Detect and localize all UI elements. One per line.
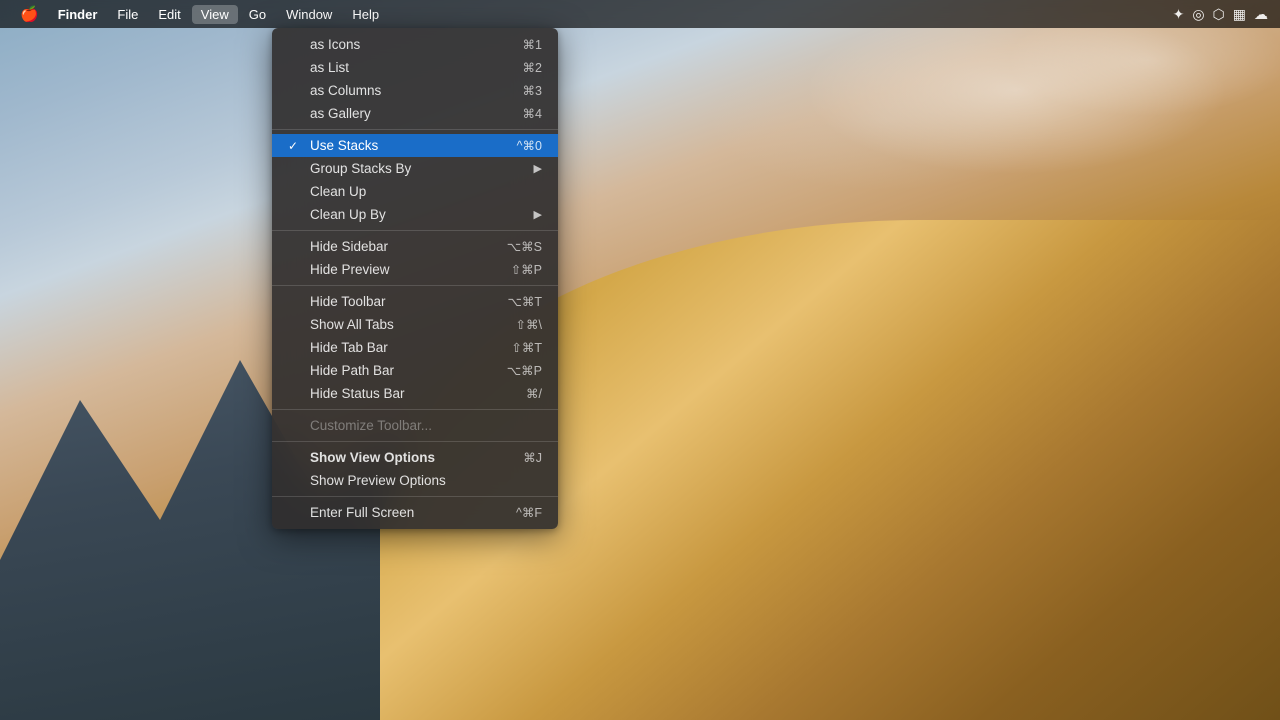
menu-label-as-list: as List: [310, 60, 349, 75]
separator-4: [272, 129, 558, 130]
menu-item-clean-up[interactable]: Clean Up: [272, 180, 558, 203]
menu-item-hide-path-bar[interactable]: Hide Path Bar ⌥⌘P: [272, 359, 558, 382]
menu-label-show-preview-options: Show Preview Options: [310, 473, 446, 488]
file-menu[interactable]: File: [108, 5, 147, 24]
view-menu[interactable]: View: [192, 5, 238, 24]
menu-label-hide-tab-bar: Hide Tab Bar: [310, 340, 388, 355]
separator-23: [272, 496, 558, 497]
edit-menu[interactable]: Edit: [149, 5, 189, 24]
menubar-right: ✦ ◎ ⬡ ▦ ☁: [1173, 6, 1268, 23]
help-menu[interactable]: Help: [343, 5, 388, 24]
menu-label-hide-preview: Hide Preview: [310, 262, 390, 277]
shortcut-hide-toolbar: ⌥⌘T: [507, 294, 542, 309]
shortcut-as-gallery: ⌘4: [523, 106, 542, 121]
menu-item-enter-full-screen[interactable]: Enter Full Screen ^⌘F: [272, 501, 558, 524]
menu-label-hide-toolbar: Hide Toolbar: [310, 294, 386, 309]
submenu-arrow-icon: ▶: [534, 208, 542, 221]
toolbar-icon-4[interactable]: ▦: [1233, 6, 1246, 23]
toolbar-icon-1[interactable]: ✦: [1173, 6, 1185, 23]
separator-18: [272, 409, 558, 410]
shortcut-as-columns: ⌘3: [523, 83, 542, 98]
menu-label-as-columns: as Columns: [310, 83, 381, 98]
shortcut-as-icons: ⌘1: [523, 37, 542, 52]
menubar-left: 🍎 Finder File Edit View Go Window Help: [12, 3, 1173, 25]
shortcut-enter-full-screen: ^⌘F: [516, 505, 542, 520]
menu-label-hide-path-bar: Hide Path Bar: [310, 363, 394, 378]
menu-label-hide-sidebar: Hide Sidebar: [310, 239, 388, 254]
menu-label-group-stacks-by: Group Stacks By: [310, 161, 411, 176]
menu-label-show-all-tabs: Show All Tabs: [310, 317, 394, 332]
shortcut-as-list: ⌘2: [523, 60, 542, 75]
toolbar-icon-2[interactable]: ◎: [1192, 6, 1204, 23]
menu-item-use-stacks[interactable]: ✓ Use Stacks ^⌘0: [272, 134, 558, 157]
shortcut-hide-path-bar: ⌥⌘P: [507, 363, 542, 378]
menu-label-use-stacks: Use Stacks: [310, 138, 378, 153]
menu-item-as-gallery[interactable]: as Gallery ⌘4: [272, 102, 558, 125]
menu-item-hide-sidebar[interactable]: Hide Sidebar ⌥⌘S: [272, 235, 558, 258]
menu-label-clean-up: Clean Up: [310, 184, 366, 199]
toolbar-icon-5[interactable]: ☁: [1254, 6, 1268, 23]
menubar: 🍎 Finder File Edit View Go Window Help ✦…: [0, 0, 1280, 28]
menu-item-as-icons[interactable]: as Icons ⌘1: [272, 33, 558, 56]
checkmark-icon: ✓: [288, 139, 302, 153]
separator-20: [272, 441, 558, 442]
menu-item-as-list[interactable]: as List ⌘2: [272, 56, 558, 79]
menu-item-show-view-options[interactable]: Show View Options ⌘J: [272, 446, 558, 469]
menu-label-as-gallery: as Gallery: [310, 106, 371, 121]
shortcut-hide-status-bar: ⌘/: [526, 386, 542, 401]
apple-menu[interactable]: 🍎: [12, 3, 47, 25]
menu-label-show-view-options: Show View Options: [310, 450, 435, 465]
go-menu[interactable]: Go: [240, 5, 275, 24]
shortcut-hide-preview: ⇧⌘P: [511, 262, 542, 277]
menu-item-hide-preview[interactable]: Hide Preview ⇧⌘P: [272, 258, 558, 281]
finder-menu[interactable]: Finder: [49, 5, 107, 24]
view-dropdown-menu: as Icons ⌘1 as List ⌘2 as Columns ⌘3 as Galler…: [272, 28, 558, 529]
menu-item-group-stacks-by[interactable]: Group Stacks By ▶: [272, 157, 558, 180]
shortcut-use-stacks: ^⌘0: [517, 138, 542, 153]
shortcut-show-view-options: ⌘J: [523, 450, 542, 465]
shortcut-hide-tab-bar: ⇧⌘T: [511, 340, 542, 355]
menu-label-customize-toolbar: Customize Toolbar...: [310, 418, 432, 433]
menu-item-show-all-tabs[interactable]: Show All Tabs ⇧⌘\: [272, 313, 558, 336]
menu-label-clean-up-by: Clean Up By: [310, 207, 386, 222]
menu-item-show-preview-options[interactable]: Show Preview Options: [272, 469, 558, 492]
shortcut-show-all-tabs: ⇧⌘\: [516, 317, 542, 332]
menu-item-customize-toolbar[interactable]: Customize Toolbar...: [272, 414, 558, 437]
shortcut-hide-sidebar: ⌥⌘S: [507, 239, 542, 254]
menu-item-hide-status-bar[interactable]: Hide Status Bar ⌘/: [272, 382, 558, 405]
window-menu[interactable]: Window: [277, 5, 341, 24]
menu-item-hide-toolbar[interactable]: Hide Toolbar ⌥⌘T: [272, 290, 558, 313]
menu-label-hide-status-bar: Hide Status Bar: [310, 386, 405, 401]
toolbar-icon-3[interactable]: ⬡: [1213, 6, 1225, 23]
menu-label-enter-full-screen: Enter Full Screen: [310, 505, 414, 520]
separator-12: [272, 285, 558, 286]
separator-9: [272, 230, 558, 231]
desktop-background: [0, 0, 1280, 720]
menu-label-as-icons: as Icons: [310, 37, 360, 52]
menu-item-hide-tab-bar[interactable]: Hide Tab Bar ⇧⌘T: [272, 336, 558, 359]
menu-item-as-columns[interactable]: as Columns ⌘3: [272, 79, 558, 102]
menu-item-clean-up-by[interactable]: Clean Up By ▶: [272, 203, 558, 226]
submenu-arrow-icon: ▶: [534, 162, 542, 175]
